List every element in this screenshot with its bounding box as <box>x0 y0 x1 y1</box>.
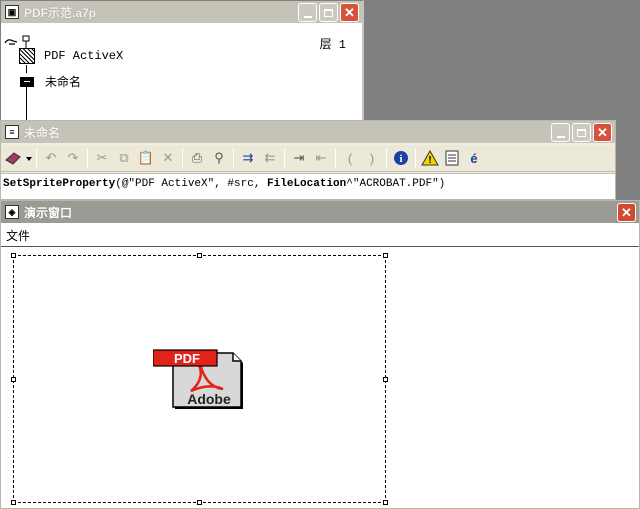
resize-handle[interactable] <box>383 253 388 258</box>
outdent-icon[interactable]: ⇇ <box>259 147 281 169</box>
resize-handle[interactable] <box>383 377 388 382</box>
layer-label: 层 1 <box>319 38 346 52</box>
node-pdf-activex[interactable]: PDF ActiveX <box>19 48 123 64</box>
close-button[interactable]: ✕ <box>340 3 359 22</box>
menu-bar: 文件 <box>1 225 639 247</box>
close-button[interactable]: ✕ <box>617 203 636 222</box>
maximize-button[interactable] <box>319 3 338 22</box>
pdf-badge: PDF <box>174 351 200 366</box>
code-args: (@"PDF ActiveX", #src, <box>115 178 268 190</box>
svg-text:i: i <box>399 153 402 165</box>
presentation-stage: PDF Adobe <box>1 247 639 508</box>
indent-icon[interactable]: ⇉ <box>237 147 259 169</box>
structure-window: ▣ PDF示范.a7p ✕ 层 1 PDF ActiveX 未命名 <box>0 0 364 128</box>
resize-handle[interactable] <box>383 500 388 505</box>
print-icon[interactable]: ⎙ <box>186 147 208 169</box>
document-icon[interactable] <box>441 147 463 169</box>
palette-dropdown-icon[interactable] <box>3 147 33 169</box>
structure-flowline: 层 1 PDF ActiveX 未命名 <box>1 29 362 127</box>
maximize-button[interactable] <box>572 123 591 142</box>
flowline <box>26 65 27 73</box>
script-editor[interactable]: SetSpriteProperty(@"PDF ActiveX", #src, … <box>1 173 615 199</box>
node-label: 未命名 <box>45 76 82 90</box>
warning-icon[interactable]: ! <box>419 147 441 169</box>
accent-icon[interactable]: é <box>463 147 485 169</box>
uncomment-icon[interactable]: ⇤ <box>310 147 332 169</box>
presentation-window-titlebar[interactable]: ◈ 演示窗口 ✕ <box>1 201 639 223</box>
minimize-button[interactable] <box>298 3 317 22</box>
presentation-window: ◈ 演示窗口 ✕ 文件 PDF Adobe <box>0 200 640 509</box>
code-value: ^"ACROBAT.PDF") <box>346 178 446 190</box>
resize-handle[interactable] <box>11 500 16 505</box>
presentation-icon: ◈ <box>5 205 19 219</box>
find-replace-icon[interactable]: ⚲ <box>208 147 230 169</box>
svg-text:!: ! <box>428 155 431 166</box>
script-window-title: 未命名 <box>24 125 61 140</box>
paren-open-icon[interactable]: ( <box>339 147 361 169</box>
comment-icon[interactable]: ⇥ <box>288 147 310 169</box>
minimize-button[interactable] <box>551 123 570 142</box>
node-label: PDF ActiveX <box>44 49 124 63</box>
copy-icon[interactable]: ⧉ <box>113 147 135 169</box>
script-icon: ≡ <box>5 125 19 139</box>
paren-close-icon[interactable]: ) <box>361 147 383 169</box>
menu-file[interactable]: 文件 <box>6 227 30 244</box>
pdf-file-icon: PDF Adobe <box>153 349 243 409</box>
undo-icon[interactable]: ↶ <box>40 147 62 169</box>
resize-handle[interactable] <box>11 253 16 258</box>
paste-icon[interactable]: 📋 <box>135 147 157 169</box>
presentation-window-title: 演示窗口 <box>24 205 73 220</box>
structure-window-titlebar[interactable]: ▣ PDF示范.a7p ✕ <box>1 1 362 23</box>
cut-icon[interactable]: ✂ <box>91 147 113 169</box>
script-toolbar: ↶ ↷ ✂ ⧉ 📋 ✕ ⎙ ⚲ ⇉ ⇇ ⇥ ⇤ ( ) i ! é <box>1 145 615 172</box>
script-window-titlebar[interactable]: ≡ 未命名 ✕ <box>1 121 615 143</box>
info-icon[interactable]: i <box>390 147 412 169</box>
activex-icon <box>19 48 35 64</box>
delete-icon[interactable]: ✕ <box>157 147 179 169</box>
app-icon: ▣ <box>5 5 19 19</box>
script-window: ≡ 未命名 ✕ ↶ ↷ ✂ ⧉ 📋 ✕ ⎙ ⚲ ⇉ ⇇ ⇥ ⇤ ( ) i ! … <box>0 120 616 200</box>
resize-handle[interactable] <box>197 253 202 258</box>
resize-handle[interactable] <box>11 377 16 382</box>
structure-window-title: PDF示范.a7p <box>24 5 97 20</box>
adobe-text: Adobe <box>187 391 231 407</box>
redo-icon[interactable]: ↷ <box>62 147 84 169</box>
code-keyword: FileLocation <box>267 178 347 190</box>
resize-handle[interactable] <box>197 500 202 505</box>
code-function: SetSpriteProperty <box>3 178 116 190</box>
script-block-icon <box>20 76 34 87</box>
hand-pointer-icon <box>4 35 30 48</box>
close-button[interactable]: ✕ <box>593 123 612 142</box>
node-untitled[interactable]: 未命名 <box>19 73 81 90</box>
